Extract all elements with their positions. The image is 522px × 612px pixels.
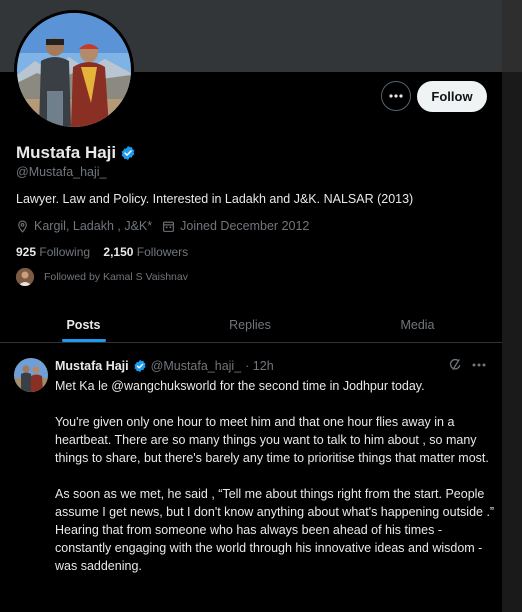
profile-bio: Lawyer. Law and Policy. Interested in La… (16, 192, 414, 206)
follow-button[interactable]: Follow (417, 81, 487, 112)
tweet-author-avatar[interactable] (14, 358, 48, 392)
follower-avatar (16, 268, 34, 286)
window-edge (502, 0, 522, 612)
tweet-paragraph: You're given only one hour to meet him a… (55, 415, 489, 465)
followers-link[interactable]: 2,150 Followers (103, 245, 188, 259)
profile-handle: @Mustafa_haji_ (16, 165, 107, 179)
tab-replies-label: Replies (229, 318, 271, 332)
tweet-paragraph: As soon as we met, he said , “Tell me ab… (55, 487, 495, 519)
tweet-header-actions (448, 358, 486, 372)
tweet-header: Mustafa Haji @Mustafa_haji_ · 12h (55, 359, 274, 373)
joined-item: Joined December 2012 (162, 219, 309, 233)
following-count: 925 (16, 245, 37, 259)
tweet-author-name[interactable]: Mustafa Haji (55, 359, 129, 373)
followers-label: Followers (136, 245, 189, 259)
tab-media-label: Media (400, 318, 435, 332)
tweet-text: Met Ka le @wangchuksworld for the second… (55, 377, 495, 575)
profile-name-row: Mustafa Haji (16, 143, 136, 163)
followed-by-text: Followed by Kamal S Vaishnav (44, 271, 188, 283)
more-options-button[interactable] (381, 81, 411, 111)
more-horizontal-icon (389, 94, 403, 98)
tab-posts-label: Posts (66, 318, 101, 332)
profile-name: Mustafa Haji (16, 143, 117, 162)
profile-avatar[interactable] (14, 10, 134, 130)
joined-text: Joined December 2012 (180, 219, 310, 233)
tweet-paragraph: Met Ka le @wangchuksworld for the second… (55, 379, 425, 393)
tab-posts[interactable]: Posts (0, 308, 167, 342)
location-pin-icon (18, 220, 27, 233)
profile-tabs: Posts Replies Media (0, 308, 502, 342)
follow-counts: 925 Following 2,150 Followers (16, 245, 188, 259)
location-text: Kargil, Ladakh , J&K* (34, 219, 153, 233)
verified-badge-icon[interactable] (120, 145, 136, 161)
following-label: Following (39, 245, 91, 259)
tab-media[interactable]: Media (333, 308, 502, 342)
verified-badge-icon[interactable] (133, 359, 147, 373)
more-horizontal-icon[interactable] (472, 363, 486, 367)
following-link[interactable]: 925 Following (16, 245, 90, 259)
tweet-timestamp[interactable]: · 12h (245, 359, 274, 373)
tweet-paragraph: Hearing that from someone who has always… (55, 523, 483, 573)
profile-page: Follow Mustafa Haji @Mustafa_haji_ Lawye… (0, 0, 502, 612)
followed-by-row[interactable]: Followed by Kamal S Vaishnav (16, 268, 188, 286)
tweet-author-handle[interactable]: @Mustafa_haji_ (151, 359, 242, 373)
grok-icon[interactable] (448, 358, 462, 372)
tweet[interactable]: Mustafa Haji @Mustafa_haji_ · 12h Met Ka… (0, 343, 502, 612)
followers-count: 2,150 (103, 245, 134, 259)
location-item: Kargil, Ladakh , J&K* (16, 219, 152, 233)
calendar-icon (163, 221, 175, 232)
profile-meta: Kargil, Ladakh , J&K* Joined December 20… (16, 219, 319, 233)
tab-replies[interactable]: Replies (167, 308, 333, 342)
